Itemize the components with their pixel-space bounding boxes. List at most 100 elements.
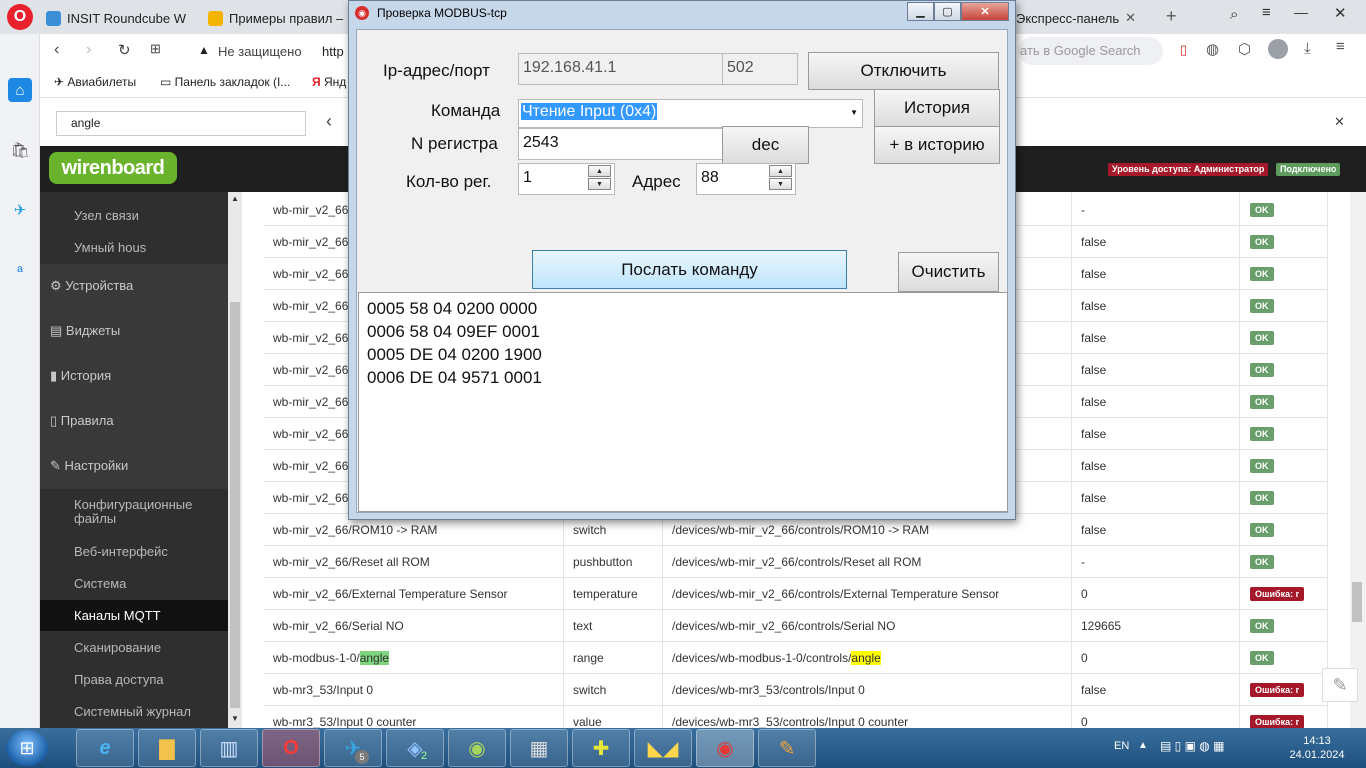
language-indicator[interactable]: EN — [1114, 740, 1129, 752]
bookmark-flights[interactable]: ✈ Авиабилеты — [54, 75, 136, 89]
telegram-icon[interactable]: ✈ — [8, 198, 32, 222]
dialog-close-button[interactable]: ✕ — [961, 2, 1009, 21]
translate-icon[interactable]: ª — [8, 260, 32, 284]
command-value: Чтение Input (0x4) — [521, 103, 658, 120]
system-clock[interactable]: 14:13 24.01.2024 — [1282, 734, 1352, 762]
scroll-up-icon[interactable]: ▲ — [231, 194, 239, 203]
more-icon[interactable]: ≡ — [1336, 38, 1345, 55]
tray-expand-icon[interactable]: ▲ — [1138, 740, 1148, 751]
nav-item-scanning[interactable]: Сканирование — [40, 640, 228, 662]
find-prev-icon[interactable]: ‹ — [326, 111, 332, 132]
opera-logo-icon[interactable]: O — [0, 0, 40, 34]
nav-scrollbar[interactable]: ▲ ▼ — [228, 192, 242, 728]
response-log[interactable]: 0005 58 04 0200 0000 0006 58 04 09EF 000… — [358, 292, 1008, 512]
tab-roundcube[interactable]: INSIT Roundcube W — [46, 4, 196, 32]
tools-wrench-icon[interactable]: ✎ — [1322, 668, 1358, 702]
count-spin-up-icon[interactable]: ▲ — [588, 165, 611, 177]
port-input[interactable]: 502 — [722, 53, 798, 85]
nav-item-history[interactable]: ▮ История — [40, 354, 228, 399]
telegram-taskbar-icon[interactable]: ✈ 5 — [324, 729, 382, 767]
explorer-folder-icon[interactable]: ▇ — [138, 729, 196, 767]
paint-icon[interactable]: ✎ — [758, 729, 816, 767]
extensions-icon[interactable]: ⬡ — [1238, 40, 1251, 58]
disconnect-button[interactable]: Отключить — [808, 52, 999, 90]
address-spin-down-icon[interactable]: ▼ — [769, 178, 792, 190]
nav-item-system[interactable]: Система — [40, 576, 228, 598]
address-spin-up-icon[interactable]: ▲ — [769, 165, 792, 177]
network-app-icon[interactable]: ◈ 2 — [386, 729, 444, 767]
table-row[interactable]: wb-mir_v2_66/Reset all ROM pushbutton/dev… — [264, 546, 1328, 578]
bookmark-yandex[interactable]: Я Янд — [312, 75, 346, 89]
tray-icons[interactable]: ▤ ▯ ▣ ◍ ▦ — [1160, 739, 1224, 753]
nav-item-node[interactable]: Узел связи — [40, 208, 228, 230]
ip-input[interactable]: 192.168.41.1 — [518, 53, 723, 85]
db-tool-icon[interactable]: ✚ — [572, 729, 630, 767]
wirenboard-logo[interactable]: wirenboard — [49, 152, 177, 184]
reload-icon[interactable]: ↻ — [118, 41, 131, 59]
nav-item-widgets[interactable]: ▤ Виджеты — [40, 309, 228, 354]
nav-item-access-rights[interactable]: Права доступа — [40, 672, 228, 694]
dec-toggle-button[interactable]: dec — [722, 126, 809, 164]
url-text[interactable]: http — [322, 44, 344, 59]
nav-item-devices[interactable]: ⚙ Устройства — [40, 264, 228, 309]
modbus-app-taskbar-icon[interactable]: ◉ — [696, 729, 754, 767]
page-scrollbar[interactable] — [1350, 192, 1366, 728]
scroll-down-icon[interactable]: ▼ — [231, 714, 239, 723]
nav-item-system-log[interactable]: Системный журнал — [40, 704, 228, 726]
minimize-icon[interactable]: — — [1294, 4, 1308, 20]
find-close-icon[interactable]: ✕ — [1334, 114, 1345, 130]
bookmark-icon[interactable]: ▯ — [1180, 42, 1187, 58]
tab-express-panel[interactable]: Экспресс-панель ✕ — [1016, 4, 1156, 32]
nav-item-smart-house[interactable]: Умный hous — [40, 240, 228, 262]
search-field[interactable]: ать в Google Search — [1018, 37, 1163, 65]
nav-item-mqtt-channels[interactable]: Каналы MQTT — [40, 600, 228, 631]
start-button-icon[interactable]: ⊞ — [6, 730, 48, 766]
nav-item-rules[interactable]: ▯ Правила — [40, 399, 228, 444]
table-row[interactable]: wb-mir_v2_66/External Temperature Sensor… — [264, 578, 1328, 610]
forward-icon[interactable]: › — [86, 41, 91, 59]
dialog-title: Проверка MODBUS-tcp — [377, 6, 507, 20]
add-to-history-button[interactable]: + в историю — [874, 126, 1000, 164]
table-row[interactable]: wb-modbus-1-0/angle range/devices/wb-modb… — [264, 642, 1328, 674]
dialog-maximize-button[interactable]: ▢ — [934, 2, 961, 21]
tab-title: INSIT Roundcube W — [67, 10, 186, 26]
search-icon[interactable]: ⌕ — [1230, 6, 1238, 23]
page-scroll-thumb[interactable] — [1352, 582, 1362, 622]
tab-rules-examples[interactable]: Примеры правил – — [208, 4, 343, 32]
toad-icon[interactable]: ◉ — [448, 729, 506, 767]
nav-scroll-thumb[interactable] — [230, 302, 240, 708]
send-command-button[interactable]: Послать команду — [532, 250, 847, 289]
vpn-globe-icon[interactable]: ◍ — [1206, 40, 1219, 58]
download-icon[interactable]: ⤓ — [1304, 40, 1311, 57]
register-input[interactable]: 2543 — [518, 128, 723, 160]
table-row[interactable]: wb-mr3_53/Input 0 switch/devices/wb-mr3_5… — [264, 674, 1328, 706]
command-select[interactable]: Чтение Input (0x4) ▼ — [518, 99, 863, 128]
table-row[interactable]: wb-mir_v2_66/Serial NO text/devices/wb-mi… — [264, 610, 1328, 642]
browser-sidebar: ⌂ 🛍 ✈ ª — [0, 34, 40, 728]
the-bat-icon[interactable]: ◣◢ — [634, 729, 692, 767]
new-tab-icon[interactable]: + — [1166, 6, 1177, 27]
count-spin-down-icon[interactable]: ▼ — [588, 178, 611, 190]
nav-item-web-interface[interactable]: Веб-интерфейс — [40, 544, 228, 566]
close-tab-icon[interactable]: ✕ — [1125, 10, 1136, 26]
history-button[interactable]: История — [874, 89, 1000, 127]
menu-icon[interactable]: ≡ — [1262, 4, 1271, 21]
nav-item-settings[interactable]: ✎ Настройки — [40, 444, 228, 489]
app-sidebar-nav: Узел связи Умный hous ⚙ Устройства ▤ Вид… — [40, 192, 228, 728]
home-icon[interactable]: ⌂ — [8, 78, 32, 102]
dialog-minimize-button[interactable]: ▁ — [907, 2, 934, 21]
table-row[interactable]: wb-mr3_53/Input 0 counter value/devices/w… — [264, 706, 1328, 728]
avatar[interactable] — [1268, 39, 1288, 59]
clear-button[interactable]: Очистить — [898, 252, 999, 292]
ie-icon[interactable]: e — [76, 729, 134, 767]
back-icon[interactable]: ‹ — [54, 41, 59, 59]
nav-item-config-files[interactable]: Конфигурационные файлы — [40, 498, 228, 532]
bookmark-folder[interactable]: ▭ Панель закладок (I... — [160, 75, 290, 89]
close-window-icon[interactable]: ✕ — [1334, 4, 1347, 22]
calculator-icon[interactable]: ▦ — [510, 729, 568, 767]
far-manager-icon[interactable]: ▥ — [200, 729, 258, 767]
bag-icon[interactable]: 🛍 — [8, 138, 32, 162]
find-input[interactable]: angle — [56, 111, 306, 136]
tabs-grid-icon[interactable]: ⊞ — [150, 41, 161, 57]
opera-taskbar-icon[interactable]: O — [262, 729, 320, 767]
